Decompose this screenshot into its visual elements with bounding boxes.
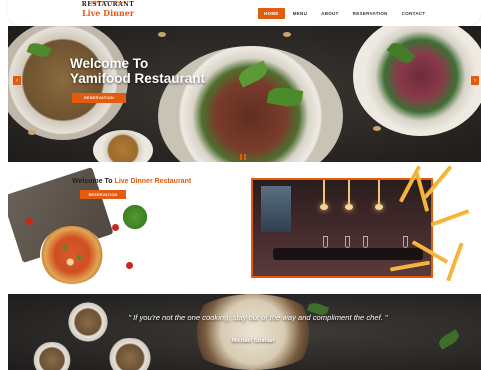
slider-dot[interactable] (244, 154, 246, 160)
slider-pagination (240, 154, 246, 160)
photo-lamp (320, 180, 328, 210)
hero-reservation-button[interactable]: RESERVATION (72, 93, 126, 103)
tomato-image (126, 262, 133, 269)
main-nav: HOME MENU ABOUT RESERVATION CONTACT (258, 6, 431, 20)
photo-lamp (345, 180, 353, 210)
hero-title-line2: Yamifood Restaurant (70, 71, 206, 86)
pizza-image (40, 226, 104, 284)
about-title-prefix: Welcome To (72, 178, 113, 185)
hero-sauce-bowl (93, 130, 153, 162)
testimonial-section: " If you're not the one cooking, stay ou… (8, 294, 481, 370)
hero-cashew (158, 32, 166, 37)
photo-wine-glass (363, 236, 368, 248)
photo-wine-glass (403, 236, 408, 248)
photo-wine-glass (345, 236, 350, 248)
chevron-left-icon: ‹ (16, 77, 18, 84)
hero-cashew (28, 130, 36, 135)
hero-cashew (373, 126, 381, 131)
fries-image (446, 242, 464, 282)
nav-item-menu[interactable]: MENU (287, 8, 313, 19)
quote-food-board (183, 294, 323, 370)
photo-wine-glass (323, 236, 328, 248)
hero-cashew (283, 32, 291, 37)
quote-author: Michael Strahan (231, 338, 275, 344)
hero-title-line1: Welcome To (70, 56, 149, 71)
nav-item-home[interactable]: HOME (258, 7, 285, 19)
quote-food-bowl (63, 302, 113, 342)
tomato-image (112, 224, 119, 231)
logo-bottom-text: Live Dinner (81, 8, 135, 18)
photo-window (261, 186, 291, 232)
brand-logo[interactable]: RESTAURANT Live Dinner (78, 1, 138, 25)
nav-item-about[interactable]: ABOUT (315, 8, 345, 19)
quote-food-bowl (28, 342, 76, 370)
slider-dot[interactable] (240, 154, 242, 160)
quote-text: " If you're not the one cooking, stay ou… (128, 313, 388, 322)
about-reservation-button[interactable]: RESERVATION (80, 190, 126, 199)
tomato-image (26, 218, 33, 225)
slider-prev-button[interactable]: ‹ (13, 76, 21, 85)
logo-arc (88, 1, 128, 9)
about-title: Welcome To Live Dinner Restaurant (72, 178, 191, 185)
quote-food-bowl (103, 338, 157, 370)
hero-food-plate (353, 26, 481, 136)
photo-dining-table (273, 248, 423, 260)
site-header: RESTAURANT Live Dinner HOME MENU ABOUT R… (8, 0, 481, 26)
nav-item-contact[interactable]: CONTACT (396, 8, 432, 19)
hero-title: Welcome To Yamifood Restaurant (70, 56, 205, 86)
quote-herb (436, 329, 462, 350)
photo-lamp (375, 180, 383, 210)
hero-slider: Welcome To Yamifood Restaurant RESERVATI… (8, 26, 481, 162)
slider-next-button[interactable]: › (471, 76, 479, 85)
about-title-highlight: Live Dinner Restaurant (114, 178, 192, 185)
nav-item-reservation[interactable]: RESERVATION (347, 8, 394, 19)
fries-image (430, 209, 470, 227)
basil-image (120, 204, 150, 230)
chevron-right-icon: › (474, 77, 476, 84)
about-section: Welcome To Live Dinner Restaurant RESERV… (8, 162, 481, 290)
